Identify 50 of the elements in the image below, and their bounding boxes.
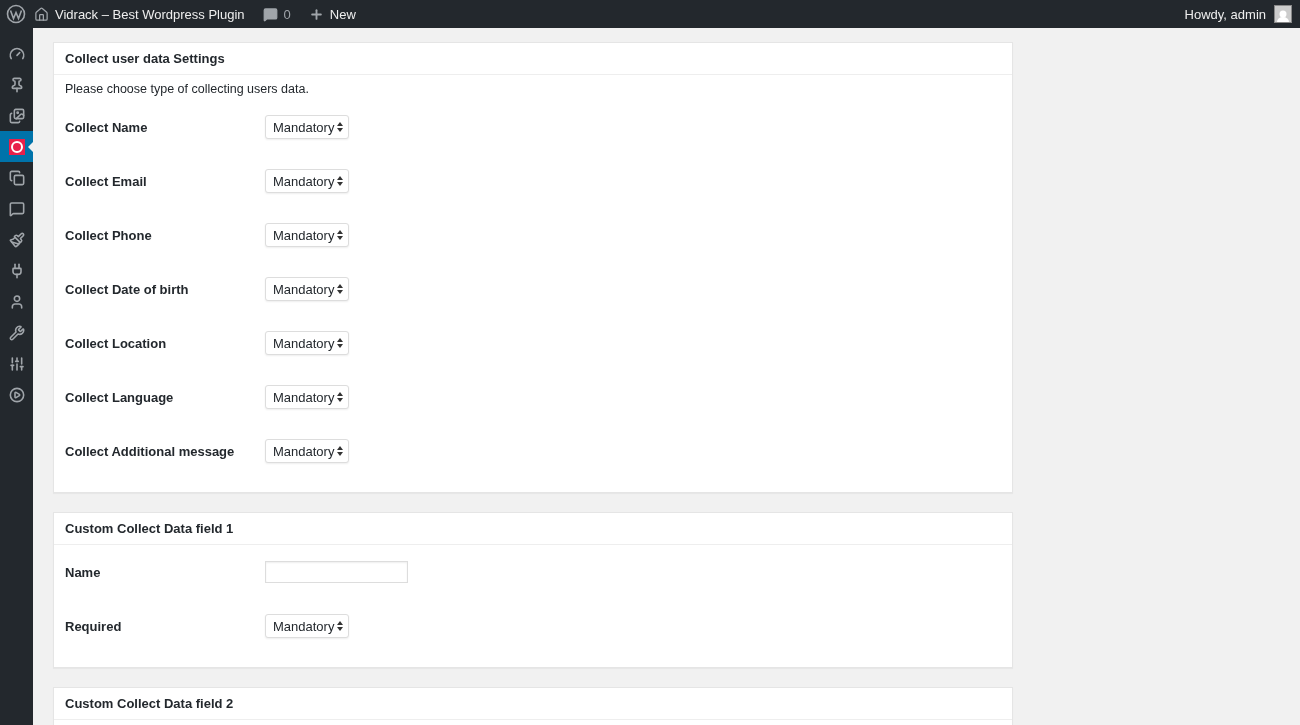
select-dropdown[interactable]: Mandatory xyxy=(265,115,350,139)
field-label: Collect Name xyxy=(65,119,149,135)
select-dropdown[interactable]: Mandatory xyxy=(265,331,350,355)
current-menu-pointer xyxy=(28,141,34,153)
updown-icon xyxy=(337,284,344,294)
wrench-icon xyxy=(8,324,25,341)
field-label: Required xyxy=(65,618,123,634)
comment-icon xyxy=(8,200,25,217)
panel-title: Collect user data Settings xyxy=(65,51,225,66)
updown-icon xyxy=(337,338,344,348)
select-dropdown[interactable]: Mandatory xyxy=(265,614,350,638)
play-icon xyxy=(8,386,25,403)
updown-icon xyxy=(337,621,344,631)
greeting-link[interactable]: Howdy, admin xyxy=(1184,6,1266,22)
field-label: Collect Date of birth xyxy=(65,281,190,297)
ring-icon xyxy=(8,138,25,155)
home-icon xyxy=(34,6,49,22)
wordpress-logo-icon[interactable] xyxy=(6,4,26,24)
select-dropdown[interactable]: Mandatory xyxy=(265,439,350,463)
field-label: Collect Location xyxy=(65,335,168,351)
text-field[interactable] xyxy=(265,561,408,583)
paintbrush-icon xyxy=(8,231,25,248)
sidebar-item[interactable] xyxy=(0,131,33,162)
new-link[interactable]: New xyxy=(329,6,356,22)
images-icon xyxy=(8,107,25,124)
updown-icon xyxy=(337,176,344,186)
panel-title: Custom Collect Data field 2 xyxy=(65,696,234,711)
comment-icon xyxy=(262,6,278,22)
updown-icon xyxy=(337,230,344,240)
select-dropdown[interactable]: Mandatory xyxy=(265,277,350,301)
field-label: Collect Email xyxy=(65,173,148,189)
avatar-icon xyxy=(1274,5,1292,23)
plus-icon xyxy=(308,6,324,22)
comment-count[interactable]: 0 xyxy=(283,6,291,22)
field-label: Name xyxy=(65,564,102,580)
select-dropdown[interactable]: Mandatory xyxy=(265,223,350,247)
sliders-icon xyxy=(8,355,25,372)
site-title-link[interactable]: Vidrack – Best Wordpress Plugin xyxy=(55,6,245,22)
field-label: Collect Phone xyxy=(65,227,153,243)
updown-icon xyxy=(337,122,344,132)
pages-icon xyxy=(8,169,25,186)
panel-title: Custom Collect Data field 1 xyxy=(65,521,234,536)
field-label: Collect Language xyxy=(65,389,175,405)
updown-icon xyxy=(337,446,344,456)
updown-icon xyxy=(337,392,344,402)
field-label: Collect Additional message xyxy=(65,443,236,459)
select-dropdown[interactable]: Mandatory xyxy=(265,169,350,193)
gauge-icon xyxy=(8,45,25,62)
panel-description: Please choose type of collecting users data. xyxy=(65,82,310,96)
select-dropdown[interactable]: Mandatory xyxy=(265,385,350,409)
